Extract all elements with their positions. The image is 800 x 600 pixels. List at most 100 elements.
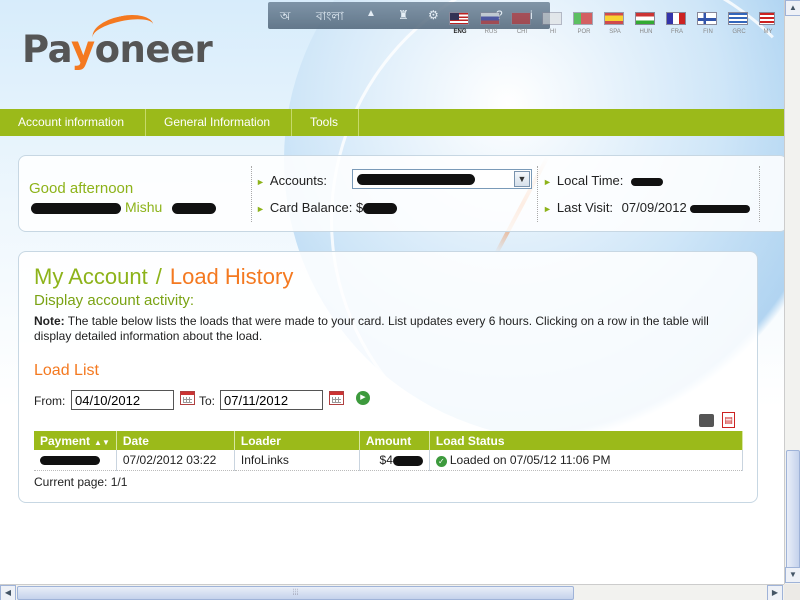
flag-label-fin: FIN [703,29,713,35]
vertical-scroll-thumb[interactable] [786,450,800,570]
flag-china-icon[interactable] [511,12,531,25]
bullet-arrow-icon: ► [256,204,265,214]
payoneer-logo[interactable]: Payoneer [22,9,213,71]
load-list-table: Payment ▲▼ Date Loader Amount Load Status… [34,431,744,471]
flag-portugal-icon[interactable] [573,12,593,25]
main-nav: Account information General Information … [0,109,784,136]
column-header-payment[interactable]: Payment ▲▼ [34,431,117,450]
user-name-visible: Mishu [125,199,163,215]
scrollbar-corner [784,584,800,600]
cell-load-status: ✓ Loaded on 07/05/12 11:06 PM [429,450,744,471]
user-name: Mishu [29,199,217,215]
breadcrumb-separator: / [155,264,162,289]
logo-text-prefix: Pa [22,28,71,71]
flag-label-grc: GRC [732,29,746,35]
breadcrumb-load-history: Load History [169,264,294,289]
column-header-load-status[interactable]: Load Status [429,431,744,450]
accounts-label: ► Accounts: [256,173,327,188]
page-title: My Account / Load History [34,264,293,290]
flag-usa-icon[interactable] [449,12,469,25]
cell-payment [34,450,117,471]
flag-label-spa: SPA [609,29,621,35]
chevron-down-icon[interactable]: ▼ [514,171,530,187]
nav-general-information[interactable]: General Information [146,109,292,136]
nav-tools[interactable]: Tools [292,109,359,136]
go-arrow-icon[interactable]: ▶ [356,391,370,405]
breadcrumb-my-account[interactable]: My Account [34,264,148,289]
logo-text-y: y [70,28,95,71]
flag-hungary-icon[interactable] [635,12,655,25]
from-date-input[interactable] [71,390,174,410]
toolbar-chess-icon[interactable]: ♜ [398,8,409,22]
last-visit-label-text: Last Visit: [556,200,614,215]
flag-russia-icon[interactable] [480,12,500,25]
table-header-row: Payment ▲▼ Date Loader Amount Load Status [34,431,744,450]
scroll-down-icon[interactable]: ▼ [785,567,800,583]
redacted-mark [631,177,664,186]
amount-value: $4 [379,452,393,467]
table-row[interactable]: 07/02/2012 03:22 InfoLinks $4 ✓ Loaded on… [34,450,744,471]
bullet-arrow-icon: ► [543,204,552,214]
print-icon[interactable] [699,414,714,427]
column-header-payment-label: Payment [40,433,91,448]
last-visit-value: 07/09/2012 [621,200,687,215]
divider [759,166,760,222]
card-balance-label-text: Card Balance: [269,200,353,215]
scroll-left-icon[interactable]: ◀ [0,585,16,600]
load-history-panel: My Account / Load History Display account … [18,251,758,503]
column-header-date[interactable]: Date [116,431,235,450]
flag-france-icon[interactable] [666,12,686,25]
toolbar-settings-icon[interactable]: ⚙ [428,8,439,22]
check-icon: ✓ [435,455,447,467]
flag-label-hun: HUN [639,29,653,35]
nav-account-information[interactable]: Account information [0,109,146,136]
redacted-mark [357,174,475,185]
flag-label-eng: ENG [453,29,467,35]
calendar-icon[interactable] [180,391,195,405]
cell-loader: InfoLinks [234,450,360,471]
note-text: The table below lists the loads that wer… [34,314,709,343]
to-date-input[interactable] [220,390,323,410]
bullet-arrow-icon: ► [543,177,552,187]
page-subtitle: Display account activity: [34,292,195,309]
redacted-mark [172,202,217,214]
cell-amount: $4 [359,450,430,471]
redacted-mark [363,203,398,215]
pagination-status: Current page: 1/1 [34,475,128,489]
toolbar-keyboard-icon[interactable]: ▲ [366,8,376,19]
calendar-icon[interactable] [329,391,344,405]
flag-label-my: MY [763,29,773,35]
load-status-text: Loaded on 07/05/12 11:06 PM [449,452,611,467]
card-balance-label: ► Card Balance: $ [256,200,398,215]
column-header-amount[interactable]: Amount [359,431,430,450]
horizontal-scroll-thumb[interactable]: ⦙⦙⦙ [17,586,574,600]
flag-label-hi: HI [550,29,556,35]
flag-hindi-icon[interactable] [542,12,562,25]
redacted-mark [392,455,423,466]
welcome-panel: Good afternoon Mishu ► Accounts: ▼ ► Card … [18,155,788,232]
card-balance-value: $ [355,200,364,215]
pdf-export-icon[interactable]: ▤ [722,412,735,428]
toolbar-language-select[interactable]: বাংলা [316,8,344,28]
greeting-text: Good afternoon [29,180,134,197]
scroll-up-icon[interactable]: ▲ [785,0,800,16]
accounts-select[interactable]: ▼ [352,169,532,189]
flag-greece-icon[interactable] [728,12,748,25]
divider [537,166,538,222]
flag-malaysia-icon[interactable] [759,12,775,25]
scroll-right-icon[interactable]: ▶ [767,585,783,600]
flag-finland-icon[interactable] [697,12,717,25]
flag-spain-icon[interactable] [604,12,624,25]
vertical-scrollbar[interactable]: ▲ ▼ [784,0,800,584]
local-time-label-text: Local Time: [556,173,624,188]
horizontal-scrollbar[interactable]: ◀ ⦙⦙⦙ ▶ [0,584,784,600]
bullet-arrow-icon: ► [256,177,265,187]
toolbar-bengali-char[interactable]: অ [280,8,290,28]
column-header-loader[interactable]: Loader [234,431,360,450]
flag-label-por: POR [577,29,591,35]
section-title: Load List [34,362,99,379]
redacted-mark [690,204,751,213]
flag-label-rus: RUS [484,29,498,35]
last-visit-label: ► Last Visit: 07/09/2012 [543,200,751,215]
sort-icon[interactable]: ▲▼ [94,438,110,447]
